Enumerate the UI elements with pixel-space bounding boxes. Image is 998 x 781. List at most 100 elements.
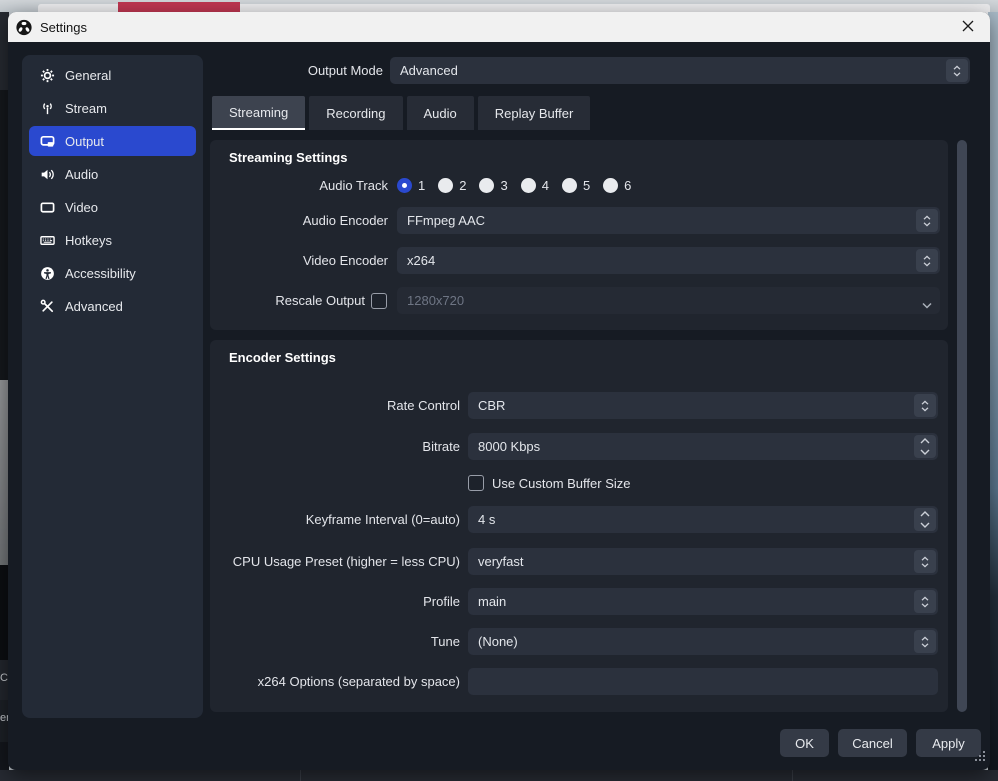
sidebar-item-output[interactable]: Output [29,126,196,156]
cpu-preset-value: veryfast [478,554,524,569]
sidebar-item-label: Stream [65,101,107,116]
spinner-arrows-icon[interactable] [914,435,936,458]
keyframe-interval-row: Keyframe Interval (0=auto) 4 s [210,506,938,533]
tune-label: Tune [210,634,460,649]
rescale-resolution-select[interactable]: 1280x720 [397,287,940,314]
sidebar-item-audio[interactable]: Audio [29,159,196,189]
chevron-up-down-icon [916,209,938,232]
streaming-settings-title: Streaming Settings [229,150,347,165]
audio-track-option-1[interactable]: 1 [397,178,425,193]
chevron-up-down-icon [946,59,968,82]
tune-select[interactable]: (None) [468,628,938,655]
spinner-arrows-icon[interactable] [914,508,936,531]
cpu-preset-label: CPU Usage Preset (higher = less CPU) [210,554,460,569]
audio-track-option-2[interactable]: 2 [438,178,466,193]
custom-buffer-row[interactable]: Use Custom Buffer Size [468,473,630,493]
tune-value: (None) [478,634,518,649]
sidebar-item-label: Hotkeys [65,233,112,248]
chevron-up-down-icon [914,550,936,573]
chevron-up-down-icon [916,249,938,272]
profile-select[interactable]: main [468,588,938,615]
custom-buffer-checkbox[interactable] [468,475,484,491]
audio-track-option-5[interactable]: 5 [562,178,590,193]
desktop-background-bottom [0,770,998,781]
bitrate-spinbox[interactable]: 8000 Kbps [468,433,938,460]
tab-streaming[interactable]: Streaming [212,96,305,130]
radio-icon [603,178,618,193]
tab-recording[interactable]: Recording [309,96,402,130]
sidebar-item-label: Audio [65,167,98,182]
video-encoder-label: Video Encoder [210,253,388,268]
tools-icon [39,298,55,314]
encoder-settings-title: Encoder Settings [229,350,336,365]
accessibility-icon [39,265,55,281]
audio-track-radio-group: 1 2 3 4 5 [397,178,631,193]
sidebar-item-general[interactable]: General [29,60,196,90]
audio-encoder-select[interactable]: FFmpeg AAC [397,207,940,234]
titlebar[interactable]: Settings [8,12,990,42]
audio-track-option-3[interactable]: 3 [479,178,507,193]
tab-audio[interactable]: Audio [407,96,474,130]
chevron-up-down-icon [914,590,936,613]
x264-options-row: x264 Options (separated by space) [210,668,938,695]
audio-encoder-value: FFmpeg AAC [407,213,485,228]
sidebar-item-label: General [65,68,111,83]
broadcast-icon [39,100,55,116]
x264-options-label: x264 Options (separated by space) [210,674,460,689]
audio-track-option-6[interactable]: 6 [603,178,631,193]
x264-options-input[interactable] [468,668,938,695]
bitrate-row: Bitrate 8000 Kbps [210,433,938,460]
cancel-button[interactable]: Cancel [838,729,907,757]
sidebar-item-accessibility[interactable]: Accessibility [29,258,196,288]
close-icon [962,20,974,35]
rate-control-row: Rate Control CBR [210,392,938,419]
content-scrollbar[interactable] [957,140,967,712]
sidebar-item-label: Accessibility [65,266,136,281]
chevron-down-icon [922,297,932,312]
rescale-output-checkbox[interactable] [371,293,387,309]
audio-track-row: Audio Track 1 2 3 4 [210,172,631,199]
bitrate-value: 8000 Kbps [478,439,540,454]
chevron-up-down-icon [914,630,936,653]
resize-grip[interactable] [975,748,985,766]
background-divider [792,770,793,781]
obs-logo-icon [16,19,32,35]
video-encoder-value: x264 [407,253,435,268]
speaker-icon [39,166,55,182]
output-tabs: Streaming Recording Audio Replay Buffer [212,96,590,130]
rate-control-select[interactable]: CBR [468,392,938,419]
rescale-output-label: Rescale Output [210,293,365,308]
monitor-icon [39,199,55,215]
radio-checked-icon [397,178,412,193]
audio-encoder-label: Audio Encoder [210,213,388,228]
background-divider [300,770,301,781]
sidebar-item-stream[interactable]: Stream [29,93,196,123]
settings-window: Settings General [8,12,990,770]
chevron-up-down-icon [914,394,936,417]
audio-track-label: Audio Track [210,178,388,193]
profile-label: Profile [210,594,460,609]
sidebar-item-hotkeys[interactable]: Hotkeys [29,225,196,255]
cpu-preset-row: CPU Usage Preset (higher = less CPU) ver… [210,548,938,575]
cpu-preset-select[interactable]: veryfast [468,548,938,575]
settings-sidebar: General Stream Output [22,55,203,718]
video-encoder-select[interactable]: x264 [397,247,940,274]
custom-buffer-label: Use Custom Buffer Size [492,476,630,491]
sidebar-item-label: Advanced [65,299,123,314]
close-button[interactable] [954,14,982,40]
encoder-settings-panel: Encoder Settings Rate Control CBR Bitrat… [210,340,948,712]
output-mode-select[interactable]: Advanced [390,57,970,84]
ok-button[interactable]: OK [780,729,829,757]
gear-icon [39,67,55,83]
audio-track-option-4[interactable]: 4 [521,178,549,193]
radio-icon [479,178,494,193]
radio-icon [521,178,536,193]
audio-encoder-row: Audio Encoder FFmpeg AAC [210,207,940,234]
tab-replay-buffer[interactable]: Replay Buffer [478,96,591,130]
sidebar-item-advanced[interactable]: Advanced [29,291,196,321]
keyframe-interval-spinbox[interactable]: 4 s [468,506,938,533]
sidebar-item-video[interactable]: Video [29,192,196,222]
apply-button[interactable]: Apply [916,729,981,757]
profile-value: main [478,594,506,609]
keyframe-interval-label: Keyframe Interval (0=auto) [210,512,460,527]
